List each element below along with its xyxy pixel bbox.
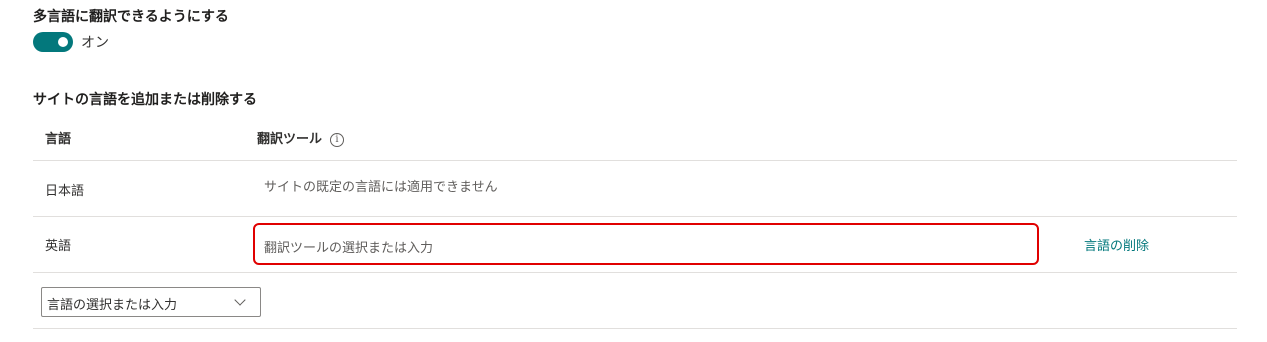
language-name: 英語: [45, 239, 72, 254]
info-icon[interactable]: i: [330, 132, 345, 147]
language-select-dropdown[interactable]: 言語の選択または入力: [41, 287, 261, 317]
languages-heading: サイトの言語を追加または削除する: [33, 92, 257, 108]
multilingual-toggle-row: オン: [33, 31, 109, 53]
translator-not-applicable-text: サイトの既定の言語には適用できません: [264, 180, 498, 195]
column-header-translator-label: 翻訳ツール: [257, 132, 323, 147]
toggle-label: オン: [81, 35, 109, 51]
language-select-placeholder: 言語の選択または入力: [47, 298, 178, 313]
multilingual-toggle[interactable]: [33, 32, 73, 52]
multilingual-heading: 多言語に翻訳できるようにする: [33, 9, 229, 25]
chevron-down-icon: [234, 294, 246, 306]
toggle-thumb: [58, 37, 68, 47]
table-row: 英語 翻訳ツールの選択または入力 言語の削除: [33, 217, 1237, 273]
column-header-language: 言語: [45, 132, 72, 147]
table-row: 日本語 サイトの既定の言語には適用できません: [33, 161, 1237, 217]
column-header-translator: 翻訳ツール i: [257, 128, 345, 147]
remove-language-link[interactable]: 言語の削除: [1084, 235, 1149, 254]
language-name: 日本語: [45, 184, 85, 199]
translator-input[interactable]: 翻訳ツールの選択または入力: [253, 223, 1039, 265]
table-header-row: 言語 翻訳ツール i: [33, 108, 1237, 161]
